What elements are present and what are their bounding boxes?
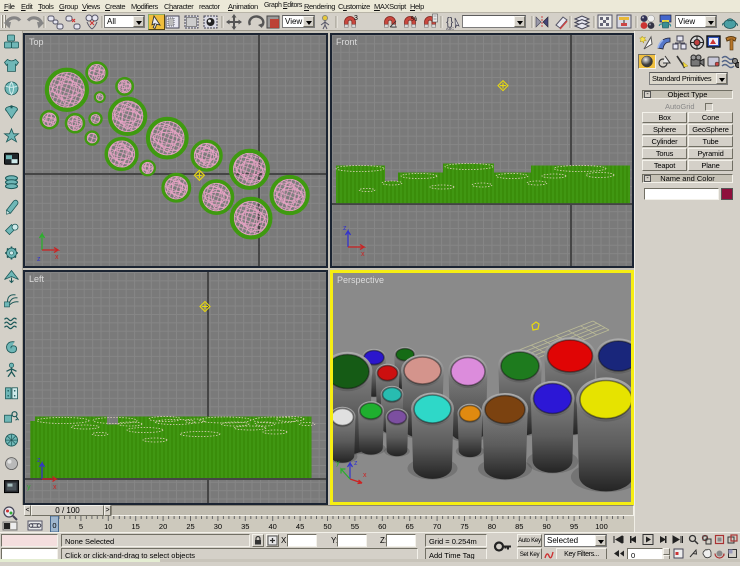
svg-text:20: 20 bbox=[159, 522, 167, 531]
svg-text:10: 10 bbox=[104, 522, 112, 531]
svg-text:5: 5 bbox=[79, 522, 83, 531]
svg-text:35: 35 bbox=[241, 522, 249, 531]
svg-text:40: 40 bbox=[269, 522, 277, 531]
svg-text:15: 15 bbox=[132, 522, 140, 531]
svg-text:65: 65 bbox=[406, 522, 414, 531]
svg-text:85: 85 bbox=[515, 522, 523, 531]
svg-text:x: x bbox=[55, 254, 59, 261]
svg-text:x: x bbox=[53, 484, 57, 491]
svg-text:100: 100 bbox=[595, 522, 608, 531]
svg-text:80: 80 bbox=[488, 522, 496, 531]
svg-text:y: y bbox=[27, 484, 31, 491]
svg-text:45: 45 bbox=[296, 522, 304, 531]
svg-text:75: 75 bbox=[460, 522, 468, 531]
svg-text:z: z bbox=[37, 256, 41, 263]
svg-text:z: z bbox=[37, 457, 41, 464]
svg-text:90: 90 bbox=[543, 522, 551, 531]
svg-text:25: 25 bbox=[186, 522, 194, 531]
svg-text:z: z bbox=[343, 225, 347, 232]
svg-text:0: 0 bbox=[52, 521, 56, 530]
svg-text:30: 30 bbox=[214, 522, 222, 531]
svg-text:55: 55 bbox=[351, 522, 359, 531]
svg-text:z: z bbox=[354, 460, 358, 467]
svg-text:x: x bbox=[363, 472, 367, 479]
svg-text:y: y bbox=[336, 460, 340, 467]
svg-text:3: 3 bbox=[354, 15, 358, 22]
svg-text:50: 50 bbox=[323, 522, 331, 531]
svg-text:95: 95 bbox=[570, 522, 578, 531]
svg-text:%: % bbox=[411, 16, 417, 23]
svg-text:70: 70 bbox=[433, 522, 441, 531]
svg-text:x: x bbox=[361, 251, 365, 258]
svg-text:60: 60 bbox=[378, 522, 386, 531]
